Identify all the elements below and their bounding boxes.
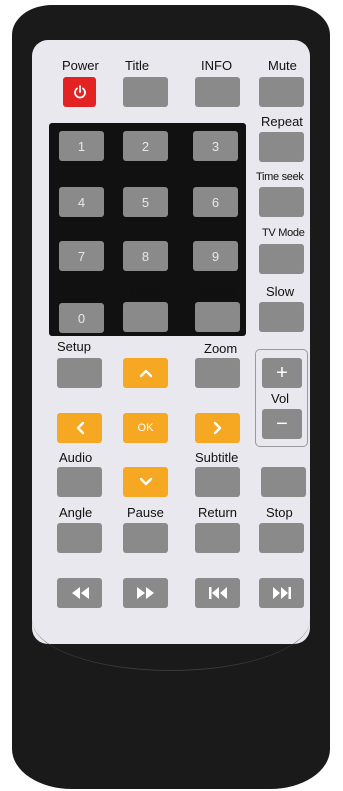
power-icon — [73, 85, 86, 99]
chevron-up-icon — [139, 369, 152, 378]
setup-button[interactable] — [57, 358, 102, 388]
power-button[interactable] — [63, 77, 96, 107]
title-label: Title — [125, 58, 150, 73]
subtitle-label: Subtitle — [195, 450, 239, 465]
num-0-button[interactable]: 0 — [59, 303, 104, 333]
num-4-button[interactable]: 4 — [59, 187, 104, 217]
menu-label: Menu — [202, 284, 235, 299]
mute-label: Mute — [268, 58, 297, 73]
num-1-button[interactable]: 1 — [59, 131, 104, 161]
rewind-button[interactable] — [57, 578, 102, 608]
previous-button[interactable] — [195, 578, 240, 608]
home-button[interactable] — [123, 302, 168, 332]
up-button[interactable] — [123, 358, 168, 388]
info-label: INFO — [201, 58, 233, 73]
home-label: Home — [130, 284, 165, 299]
fast-forward-icon — [136, 587, 154, 599]
pause-label: Pause — [127, 505, 164, 520]
tv-mode-label: TV Mode — [262, 227, 305, 239]
power-label: Power — [62, 58, 99, 73]
left-button[interactable] — [57, 413, 102, 443]
pause-button[interactable] — [123, 523, 168, 553]
down-button[interactable] — [123, 467, 168, 497]
chevron-right-icon — [213, 421, 221, 435]
vol-plus-button[interactable]: + — [262, 358, 302, 388]
angle-label: Angle — [59, 505, 93, 520]
subtitle-button[interactable] — [195, 467, 240, 497]
slow-button[interactable] — [259, 302, 304, 332]
num-5-button[interactable]: 5 — [123, 187, 168, 217]
chevron-left-icon — [76, 421, 84, 435]
slow-label: Slow — [266, 284, 295, 299]
num-2-button[interactable]: 2 — [123, 131, 168, 161]
title-button[interactable] — [123, 77, 168, 107]
setup-label: Setup — [57, 339, 91, 354]
num-6-button[interactable]: 6 — [193, 187, 238, 217]
vol-label: Vol — [271, 391, 290, 406]
num-7-button[interactable]: 7 — [59, 241, 104, 271]
tv-mode-button[interactable] — [259, 244, 304, 274]
skip-previous-icon — [208, 587, 227, 599]
num-8-button[interactable]: 8 — [123, 241, 168, 271]
audio-label: Audio — [59, 450, 93, 465]
next-button[interactable] — [259, 578, 304, 608]
zoom-button[interactable] — [195, 358, 240, 388]
repeat-button[interactable] — [259, 132, 304, 162]
stop-button[interactable] — [259, 523, 304, 553]
mute-button[interactable] — [259, 77, 304, 107]
vol-minus-button[interactable]: − — [262, 409, 302, 439]
right-button[interactable] — [195, 413, 240, 443]
repeat-label: Repeat — [261, 114, 303, 129]
time-seek-button[interactable] — [259, 187, 304, 217]
rewind-icon — [71, 587, 89, 599]
fast-forward-button[interactable] — [123, 578, 168, 608]
return-label: Return — [198, 505, 238, 520]
angle-button[interactable] — [57, 523, 102, 553]
num-3-button[interactable]: 3 — [193, 131, 238, 161]
zoom-label: Zoom — [204, 341, 238, 356]
time-seek-label: Time seek — [256, 171, 304, 183]
stop-label: Stop — [266, 505, 293, 520]
audio-button[interactable] — [57, 467, 102, 497]
info-button[interactable] — [195, 77, 240, 107]
skip-next-icon — [272, 587, 291, 599]
chevron-down-icon — [139, 477, 152, 486]
unlabeled-button[interactable] — [261, 467, 306, 497]
ok-button[interactable]: OK — [123, 413, 168, 443]
num-9-button[interactable]: 9 — [193, 241, 238, 271]
menu-button[interactable] — [195, 302, 240, 332]
return-button[interactable] — [195, 523, 240, 553]
